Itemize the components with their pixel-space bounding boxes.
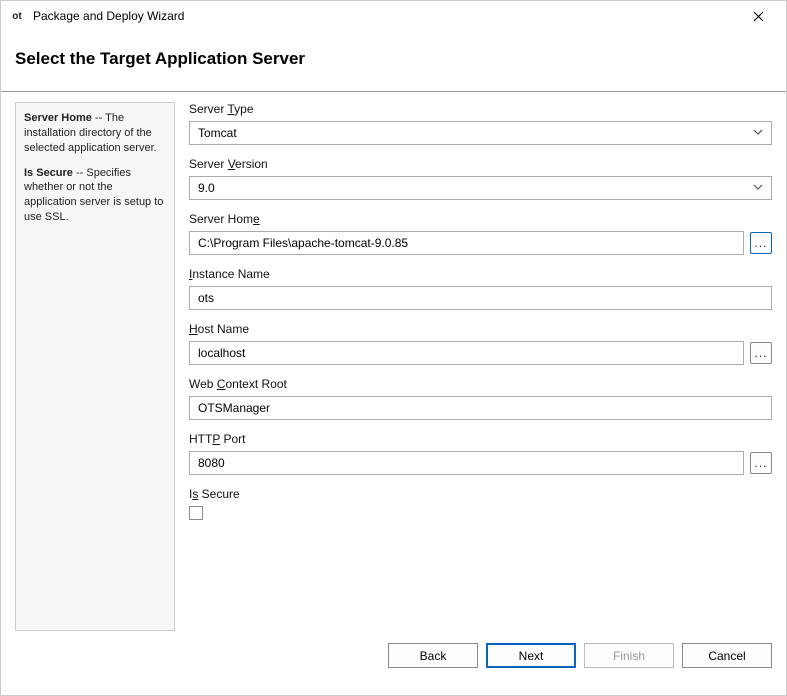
field-is-secure: Is Secure — [189, 487, 772, 520]
input-instance-name[interactable] — [189, 286, 772, 310]
browse-server-home-button[interactable]: ... — [750, 232, 772, 254]
label-server-version: Server Version — [189, 157, 772, 171]
title-bar: ot Package and Deploy Wizard — [1, 1, 786, 31]
close-button[interactable] — [738, 2, 778, 30]
field-host-name: Host Name ... — [189, 322, 772, 365]
window-title: Package and Deploy Wizard — [33, 9, 738, 23]
page-title: Select the Target Application Server — [15, 49, 772, 69]
wizard-footer: Back Next Finish Cancel — [1, 631, 786, 682]
input-server-home[interactable] — [189, 231, 744, 255]
select-server-type[interactable]: Tomcat — [189, 121, 772, 145]
field-web-context-root: Web Context Root — [189, 377, 772, 420]
label-server-home: Server Home — [189, 212, 772, 226]
field-http-port: HTTP Port ... — [189, 432, 772, 475]
input-http-port[interactable] — [189, 451, 744, 475]
browse-host-name-button[interactable]: ... — [750, 342, 772, 364]
label-http-port: HTTP Port — [189, 432, 772, 446]
select-server-version[interactable]: 9.0 — [189, 176, 772, 200]
content-area: Server Home -- The installation director… — [1, 92, 786, 631]
help-server-home: Server Home -- The installation director… — [24, 111, 166, 156]
field-instance-name: Instance Name — [189, 267, 772, 310]
app-icon: ot — [9, 8, 25, 24]
next-button[interactable]: Next — [486, 643, 576, 668]
field-server-home: Server Home ... — [189, 212, 772, 255]
select-server-type-value: Tomcat — [198, 126, 237, 140]
select-server-version-value: 9.0 — [198, 181, 215, 195]
chevron-down-icon — [753, 181, 763, 195]
wizard-header: Select the Target Application Server — [1, 31, 786, 91]
label-host-name: Host Name — [189, 322, 772, 336]
label-instance-name: Instance Name — [189, 267, 772, 281]
label-web-context-root: Web Context Root — [189, 377, 772, 391]
cancel-button[interactable]: Cancel — [682, 643, 772, 668]
finish-button: Finish — [584, 643, 674, 668]
help-is-secure: Is Secure -- Specifies whether or not th… — [24, 166, 166, 225]
input-web-context-root[interactable] — [189, 396, 772, 420]
back-button[interactable]: Back — [388, 643, 478, 668]
help-sidebar: Server Home -- The installation director… — [15, 102, 175, 631]
checkbox-is-secure[interactable] — [189, 506, 203, 520]
chevron-down-icon — [753, 126, 763, 140]
input-host-name[interactable] — [189, 341, 744, 365]
label-is-secure: Is Secure — [189, 487, 772, 501]
form-panel: Server Type Tomcat Server Version 9.0 Se… — [175, 102, 772, 631]
close-icon — [753, 11, 764, 22]
field-server-version: Server Version 9.0 — [189, 157, 772, 200]
field-server-type: Server Type Tomcat — [189, 102, 772, 145]
browse-http-port-button[interactable]: ... — [750, 452, 772, 474]
label-server-type: Server Type — [189, 102, 772, 116]
